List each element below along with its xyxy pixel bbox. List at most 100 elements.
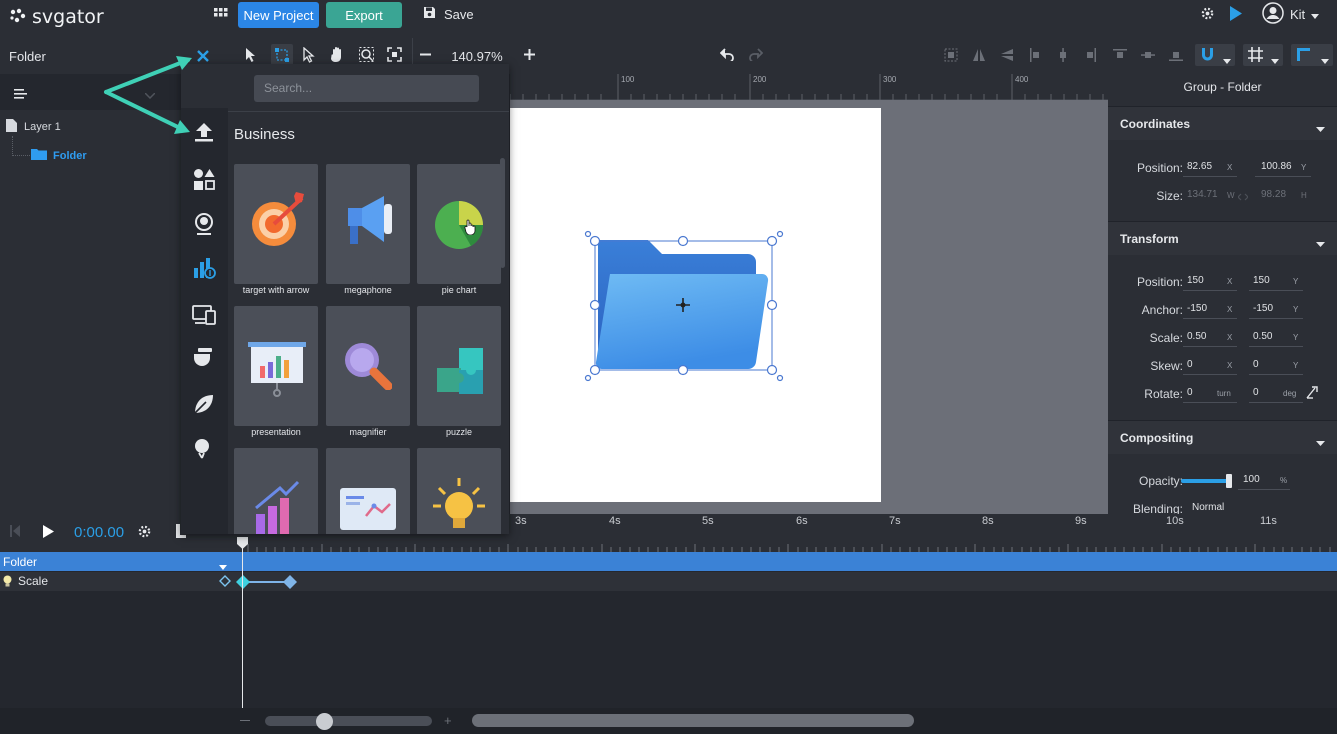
transform-section-header[interactable]: Transform xyxy=(1108,221,1337,255)
business-chart-icon[interactable] xyxy=(192,256,216,283)
nature-leaf-icon[interactable] xyxy=(192,392,216,419)
zoom-in-icon[interactable]: + xyxy=(444,713,452,728)
anchor-y-field[interactable]: -150 xyxy=(1253,303,1273,314)
timeline-settings-gear-icon[interactable] xyxy=(137,524,152,542)
opacity-slider-thumb[interactable] xyxy=(1226,474,1232,488)
preview-play-icon[interactable] xyxy=(1229,6,1242,24)
weather-icon[interactable] xyxy=(192,436,216,463)
blending-select[interactable]: Normal xyxy=(1192,502,1224,513)
close-icon[interactable] xyxy=(194,47,212,68)
position-y-field[interactable]: 150 xyxy=(1253,275,1270,286)
save-button[interactable]: Save xyxy=(423,6,474,22)
align-top-icon[interactable] xyxy=(1113,49,1127,64)
snap-magnet-button[interactable] xyxy=(1195,44,1235,66)
timeline-zoom-slider[interactable] xyxy=(265,716,432,726)
layer-row[interactable]: Layer 1 xyxy=(6,119,61,135)
keyframe-diamond-icon[interactable] xyxy=(236,575,250,592)
asset-card-megaphone[interactable] xyxy=(326,164,410,284)
position-x-field[interactable]: 82.65 xyxy=(1187,161,1212,172)
zoom-level[interactable]: 140.97% xyxy=(440,46,514,66)
timeline-scrollbar[interactable] xyxy=(472,714,914,727)
link-ratio-icon[interactable] xyxy=(1237,190,1249,204)
scale-y-field[interactable]: 0.50 xyxy=(1253,331,1272,342)
upload-icon[interactable] xyxy=(192,120,216,147)
skew-y-field[interactable]: 0 xyxy=(1253,359,1259,370)
logo[interactable]: svgator xyxy=(8,6,104,28)
field-underline xyxy=(1249,402,1303,403)
settings-gear-icon[interactable] xyxy=(1200,6,1215,24)
keyframe-toggle-icon[interactable] xyxy=(219,575,231,590)
size-w-field[interactable]: 134.71 xyxy=(1187,189,1218,200)
zoom-out-icon[interactable] xyxy=(420,47,431,65)
opacity-field[interactable]: 100 xyxy=(1243,474,1260,485)
asset-card-dashboard[interactable] xyxy=(326,448,410,534)
anchor-x-field[interactable]: -150 xyxy=(1187,303,1207,314)
opacity-slider-track[interactable] xyxy=(1181,479,1229,483)
asset-card-lightbulb[interactable] xyxy=(417,448,501,534)
keyframe-diamond-icon[interactable] xyxy=(283,575,297,592)
grid-button[interactable] xyxy=(1243,44,1283,66)
zoom-in-icon[interactable] xyxy=(524,49,535,63)
current-time[interactable]: 0:00.00 xyxy=(74,524,124,541)
skew-x-field[interactable]: 0 xyxy=(1187,359,1193,370)
caret-down-icon xyxy=(1316,121,1325,135)
file-icon xyxy=(6,119,17,135)
scale-x-field[interactable]: 0.50 xyxy=(1187,331,1206,342)
align-bottom-icon[interactable] xyxy=(1169,49,1183,64)
align-left-icon[interactable] xyxy=(1030,48,1042,65)
coordinates-section-header[interactable]: Coordinates xyxy=(1108,106,1337,140)
flip-horizontal-icon[interactable] xyxy=(972,48,986,65)
asset-card-presentation[interactable] xyxy=(234,306,318,426)
folder-track-row[interactable]: Folder xyxy=(0,552,1337,571)
asset-card-pie-chart[interactable] xyxy=(417,164,501,284)
coord-position-row: Position: 82.65 X 100.86 Y xyxy=(1108,157,1337,179)
unit-label: X xyxy=(1227,305,1233,314)
avatar-people-icon[interactable] xyxy=(192,212,216,239)
play-icon[interactable] xyxy=(43,525,54,541)
compositing-section-header[interactable]: Compositing xyxy=(1108,420,1337,454)
align-center-h-icon[interactable] xyxy=(1057,48,1069,65)
chevron-down-icon[interactable] xyxy=(219,559,227,573)
position-x-field[interactable]: 150 xyxy=(1187,275,1204,286)
new-project-button[interactable]: New Project xyxy=(238,2,319,28)
group-icon[interactable] xyxy=(944,48,958,65)
playhead-line[interactable] xyxy=(242,540,243,708)
asset-card-magnifier[interactable] xyxy=(326,306,410,426)
fit-screen-icon[interactable] xyxy=(387,47,402,65)
ruler-label: 300 xyxy=(883,75,897,84)
align-middle-icon[interactable] xyxy=(1141,49,1155,64)
rotate-deg-field[interactable]: 0 xyxy=(1253,387,1259,398)
assets-search-input[interactable]: Search... xyxy=(254,75,479,102)
timeline-zoom-thumb[interactable] xyxy=(316,713,333,730)
shapes-icon[interactable] xyxy=(192,167,216,194)
transform-position-row: Position: 150 X 150 Y xyxy=(1108,271,1337,293)
layers-menu-icon[interactable] xyxy=(14,88,27,102)
position-y-field[interactable]: 100.86 xyxy=(1261,161,1292,172)
transform-tool-icon[interactable] xyxy=(271,44,293,66)
redo-icon[interactable] xyxy=(748,48,764,64)
food-icon[interactable] xyxy=(192,346,216,373)
zoom-to-selection-icon[interactable] xyxy=(359,47,374,65)
folder-graphic[interactable] xyxy=(580,226,790,389)
dashboard-screen-icon xyxy=(340,488,396,533)
ruler-button[interactable] xyxy=(1291,44,1333,66)
rotate-origin-icon[interactable] xyxy=(1306,385,1320,402)
apps-grid-icon[interactable] xyxy=(214,7,228,24)
asset-card-puzzle[interactable] xyxy=(417,306,501,426)
scale-track-row[interactable]: Scale xyxy=(0,572,1337,591)
flip-vertical-icon[interactable] xyxy=(1000,48,1014,65)
export-button[interactable]: Export xyxy=(326,2,402,28)
hand-pan-icon[interactable] xyxy=(330,46,346,66)
size-h-field[interactable]: 98.28 xyxy=(1261,189,1286,200)
zoom-out-icon[interactable] xyxy=(240,720,250,721)
align-right-icon[interactable] xyxy=(1084,48,1096,65)
undo-icon[interactable] xyxy=(719,48,735,64)
asset-card-target[interactable] xyxy=(234,164,318,284)
user-menu[interactable]: Kit xyxy=(1262,2,1320,27)
skip-start-icon[interactable] xyxy=(10,525,20,540)
devices-icon[interactable] xyxy=(192,302,216,329)
layer-row-selected[interactable]: Folder xyxy=(31,148,87,163)
playhead-handle-icon[interactable] xyxy=(237,537,248,552)
asset-card-growth-chart[interactable] xyxy=(234,448,318,534)
rotate-turn-field[interactable]: 0 xyxy=(1187,387,1193,398)
